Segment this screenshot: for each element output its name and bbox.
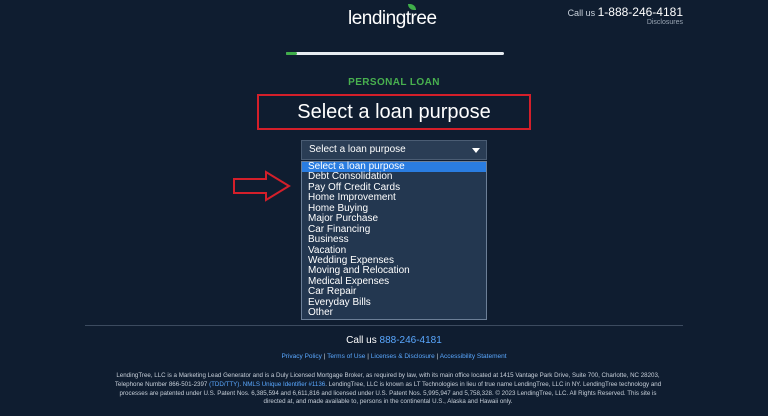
arrow-right-icon xyxy=(233,170,291,202)
footer-call: Call us 888-246-4181 xyxy=(0,335,768,346)
header-call: Call us 1-888-246-4181 Disclosures xyxy=(567,5,683,27)
loan-purpose-option[interactable]: Other xyxy=(302,307,486,318)
title-highlight-box: Select a loan purpose xyxy=(257,94,531,130)
logo-text: lendingtree xyxy=(348,8,437,29)
form-eyebrow: PERSONAL LOAN xyxy=(348,77,440,88)
loan-purpose-options: Select a loan purpose Debt Consolidation P… xyxy=(301,161,487,320)
terms-of-use-link[interactable]: Terms of Use xyxy=(327,353,365,360)
footer-links: Privacy Policy | Terms of Use | Licenses… xyxy=(0,353,768,360)
page-title: Select a loan purpose xyxy=(297,100,491,123)
footer-call-label: Call us xyxy=(346,335,377,346)
privacy-policy-link[interactable]: Privacy Policy xyxy=(281,353,321,360)
progress-fill xyxy=(286,52,297,55)
select-value: Select a loan purpose xyxy=(309,144,406,155)
legal-disclaimer: LendingTree, LLC is a Marketing Lead Gen… xyxy=(108,372,668,407)
footer-divider xyxy=(85,325,683,326)
nmls-link[interactable]: NMLS Unique Identifier #1136 xyxy=(243,381,325,388)
disclosures-link[interactable]: Disclosures xyxy=(568,19,683,27)
accessibility-statement-link[interactable]: Accessibility Statement xyxy=(440,353,507,360)
separator: | xyxy=(367,353,369,360)
separator: | xyxy=(436,353,439,360)
licenses-disclosure-link[interactable]: Licenses & Disclosure xyxy=(371,353,435,360)
progress-bar xyxy=(286,52,504,55)
lendingtree-logo[interactable]: lendingtree xyxy=(348,4,437,30)
loan-purpose-select[interactable]: Select a loan purpose xyxy=(301,140,487,160)
call-label: Call us xyxy=(567,8,596,18)
separator: | xyxy=(323,353,326,360)
header-phone-link[interactable]: 1-888-246-4181 xyxy=(598,5,683,19)
chevron-down-icon xyxy=(472,148,480,153)
loan-purpose-option[interactable]: Business xyxy=(302,234,486,245)
footer-phone-link[interactable]: 888-246-4181 xyxy=(380,335,442,346)
tdd-tty-link[interactable]: (TDD/TTY) xyxy=(209,381,239,388)
